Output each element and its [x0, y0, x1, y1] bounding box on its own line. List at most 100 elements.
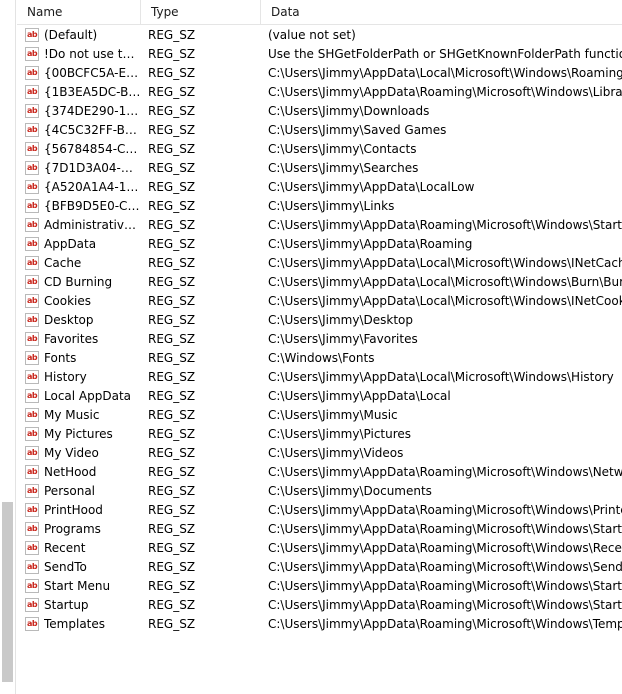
string-value-icon: ab [25, 294, 39, 308]
value-name: My Video [44, 446, 99, 460]
value-icon-cell: ab [25, 349, 41, 368]
value-name: PrintHood [44, 503, 103, 517]
string-value-icon: ab [25, 446, 39, 460]
value-row[interactable]: ab AppData REG_SZ C:\Users\Jimmy\AppData\Ro… [17, 235, 622, 254]
value-data: C:\Users\Jimmy\AppData\Roaming\Microsoft… [268, 218, 622, 232]
string-value-icon: ab [25, 522, 39, 536]
value-row[interactable]: ab Administrative T... REG_SZ C:\Users\Jimm… [17, 216, 622, 235]
value-row[interactable]: ab Recent REG_SZ C:\Users\Jimmy\AppData\Roa… [17, 539, 622, 558]
value-row[interactable]: ab {1B3EA5DC-B58... REG_SZ C:\Users\Jimmy\A… [17, 83, 622, 102]
value-row[interactable]: ab Local AppData REG_SZ C:\Users\Jimmy\AppD… [17, 387, 622, 406]
value-icon-cell: ab [25, 539, 41, 558]
value-row[interactable]: ab Desktop REG_SZ C:\Users\Jimmy\Desktop [17, 311, 622, 330]
value-name: History [44, 370, 87, 384]
value-data: C:\Users\Jimmy\Desktop [268, 313, 413, 327]
value-data: C:\Users\Jimmy\AppData\Local\Microsoft\W… [268, 66, 622, 80]
tree-scrollbar-thumb[interactable] [2, 502, 13, 682]
value-row[interactable]: ab NetHood REG_SZ C:\Users\Jimmy\AppData\Ro… [17, 463, 622, 482]
value-row[interactable]: ab PrintHood REG_SZ C:\Users\Jimmy\AppData\… [17, 501, 622, 520]
value-data: C:\Users\Jimmy\AppData\Local\Microsoft\W… [268, 370, 614, 384]
value-row[interactable]: ab My Pictures REG_SZ C:\Users\Jimmy\Pictur… [17, 425, 622, 444]
value-row[interactable]: ab !Do not use this ... REG_SZ Use the SHGe… [17, 45, 622, 64]
value-row[interactable]: ab {56784854-C6CB... REG_SZ C:\Users\Jimmy\… [17, 140, 622, 159]
value-name: Favorites [44, 332, 99, 346]
value-data: Use the SHGetFolderPath or SHGetKnownFol… [268, 47, 622, 61]
value-name: {4C5C32FF-BB9... [44, 123, 141, 137]
value-icon-cell: ab [25, 159, 41, 178]
value-row[interactable]: ab Cookies REG_SZ C:\Users\Jimmy\AppData\Lo… [17, 292, 622, 311]
value-row[interactable]: ab Start Menu REG_SZ C:\Users\Jimmy\AppData… [17, 577, 622, 596]
value-name: Cookies [44, 294, 91, 308]
value-row[interactable]: ab My Music REG_SZ C:\Users\Jimmy\Music [17, 406, 622, 425]
value-name: Programs [44, 522, 101, 536]
value-data: C:\Users\Jimmy\AppData\Roaming\Microsoft… [268, 617, 622, 631]
string-value-icon: ab [25, 408, 39, 422]
column-header-data[interactable]: Data [261, 0, 622, 24]
value-icon-cell: ab [25, 102, 41, 121]
string-value-icon: ab [25, 85, 39, 99]
value-data: C:\Users\Jimmy\Favorites [268, 332, 418, 346]
value-row[interactable]: ab Startup REG_SZ C:\Users\Jimmy\AppData\Ro… [17, 596, 622, 615]
value-row[interactable]: ab {BFB9D5E0-C6A... REG_SZ C:\Users\Jimmy\L… [17, 197, 622, 216]
value-row[interactable]: ab (Default) REG_SZ (value not set) [17, 26, 622, 45]
string-value-icon: ab [25, 332, 39, 346]
value-data: C:\Users\Jimmy\AppData\Roaming [268, 237, 473, 251]
value-row[interactable]: ab Personal REG_SZ C:\Users\Jimmy\Documents [17, 482, 622, 501]
value-type: REG_SZ [148, 142, 196, 156]
value-name: (Default) [44, 28, 98, 42]
value-row[interactable]: ab Fonts REG_SZ C:\Windows\Fonts [17, 349, 622, 368]
value-type: REG_SZ [148, 522, 196, 536]
value-data: C:\Users\Jimmy\AppData\Roaming\Microsoft… [268, 541, 622, 555]
value-icon-cell: ab [25, 311, 41, 330]
value-icon-cell: ab [25, 577, 41, 596]
value-name: {374DE290-123F... [44, 104, 141, 118]
value-type: REG_SZ [148, 389, 196, 403]
value-row[interactable]: ab Favorites REG_SZ C:\Users\Jimmy\Favorite… [17, 330, 622, 349]
value-icon-cell: ab [25, 197, 41, 216]
value-row[interactable]: ab Templates REG_SZ C:\Users\Jimmy\AppData\… [17, 615, 622, 634]
string-value-icon: ab [25, 541, 39, 555]
value-type: REG_SZ [148, 47, 196, 61]
string-value-icon: ab [25, 560, 39, 574]
value-row[interactable]: ab {A520A1A4-1780... REG_SZ C:\Users\Jimmy\… [17, 178, 622, 197]
value-type: REG_SZ [148, 66, 196, 80]
value-row[interactable]: ab {00BCFC5A-ED9... REG_SZ C:\Users\Jimmy\A… [17, 64, 622, 83]
string-value-icon: ab [25, 66, 39, 80]
value-icon-cell: ab [25, 463, 41, 482]
value-row[interactable]: ab {4C5C32FF-BB9... REG_SZ C:\Users\Jimmy\S… [17, 121, 622, 140]
string-value-icon: ab [25, 256, 39, 270]
value-row[interactable]: ab {374DE290-123F... REG_SZ C:\Users\Jimmy\… [17, 102, 622, 121]
value-type: REG_SZ [148, 503, 196, 517]
value-data: C:\Users\Jimmy\AppData\Local\Microsoft\W… [268, 294, 622, 308]
value-data: C:\Users\Jimmy\Links [268, 199, 395, 213]
value-data: C:\Windows\Fonts [268, 351, 375, 365]
value-row[interactable]: ab History REG_SZ C:\Users\Jimmy\AppData\Lo… [17, 368, 622, 387]
value-row[interactable]: ab Programs REG_SZ C:\Users\Jimmy\AppData\R… [17, 520, 622, 539]
value-type: REG_SZ [148, 275, 196, 289]
value-icon-cell: ab [25, 425, 41, 444]
value-row[interactable]: ab CD Burning REG_SZ C:\Users\Jimmy\AppData… [17, 273, 622, 292]
value-row[interactable]: ab Cache REG_SZ C:\Users\Jimmy\AppData\Loca… [17, 254, 622, 273]
column-header-name[interactable]: Name [17, 0, 141, 24]
value-type: REG_SZ [148, 541, 196, 555]
value-type: REG_SZ [148, 370, 196, 384]
value-type: REG_SZ [148, 161, 196, 175]
value-row[interactable]: ab {7D1D3A04-DEB... REG_SZ C:\Users\Jimmy\S… [17, 159, 622, 178]
string-value-icon: ab [25, 465, 39, 479]
value-icon-cell: ab [25, 444, 41, 463]
tree-pane-edge [0, 0, 16, 694]
value-name: Desktop [44, 313, 94, 327]
string-value-icon: ab [25, 579, 39, 593]
column-header: Name Type Data [17, 0, 622, 25]
string-value-icon: ab [25, 28, 39, 42]
value-row[interactable]: ab SendTo REG_SZ C:\Users\Jimmy\AppData\Roa… [17, 558, 622, 577]
column-header-type[interactable]: Type [141, 0, 261, 24]
value-data: C:\Users\Jimmy\AppData\Local\Microsoft\W… [268, 275, 622, 289]
value-row[interactable]: ab My Video REG_SZ C:\Users\Jimmy\Videos [17, 444, 622, 463]
value-type: REG_SZ [148, 332, 196, 346]
value-name: My Music [44, 408, 100, 422]
value-type: REG_SZ [148, 104, 196, 118]
value-name: {A520A1A4-1780... [44, 180, 141, 194]
string-value-icon: ab [25, 123, 39, 137]
value-icon-cell: ab [25, 520, 41, 539]
